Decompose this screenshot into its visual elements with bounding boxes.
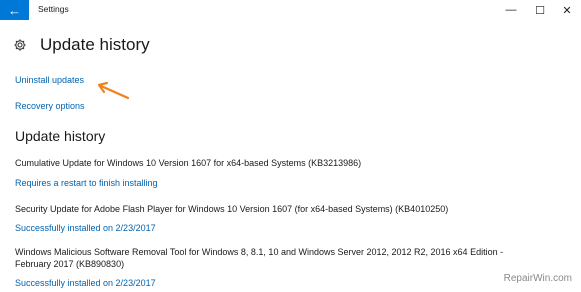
minimize-button[interactable]: — (497, 0, 525, 20)
update-name: Windows Malicious Software Removal Tool … (15, 247, 504, 269)
update-status-link[interactable]: Successfully installed on 2/23/2017 (15, 223, 156, 233)
title-bar: ← Settings — ☐ ✕ (0, 0, 581, 20)
update-status-link[interactable]: Requires a restart to finish installing (15, 178, 158, 188)
section-title: Update history (15, 128, 106, 144)
maximize-icon: ☐ (535, 4, 545, 17)
close-button[interactable]: ✕ (553, 0, 581, 20)
page-title: Update history (40, 35, 150, 54)
back-button[interactable]: ← (0, 0, 29, 20)
update-status-link[interactable]: Successfully installed on 2/23/2017 (15, 278, 156, 288)
recovery-options-link[interactable]: Recovery options (15, 101, 85, 111)
window-title: Settings (38, 4, 69, 14)
gear-icon (14, 39, 26, 51)
annotation-arrow-icon (97, 81, 130, 100)
minimize-icon: — (505, 4, 517, 16)
maximize-button[interactable]: ☐ (526, 0, 554, 20)
uninstall-updates-link[interactable]: Uninstall updates (15, 75, 84, 85)
update-name: Security Update for Adobe Flash Player f… (15, 204, 449, 214)
watermark: RepairWin.com (503, 273, 572, 284)
back-arrow-icon: ← (8, 2, 21, 18)
update-name: Cumulative Update for Windows 10 Version… (15, 158, 362, 168)
close-icon: ✕ (562, 4, 572, 17)
